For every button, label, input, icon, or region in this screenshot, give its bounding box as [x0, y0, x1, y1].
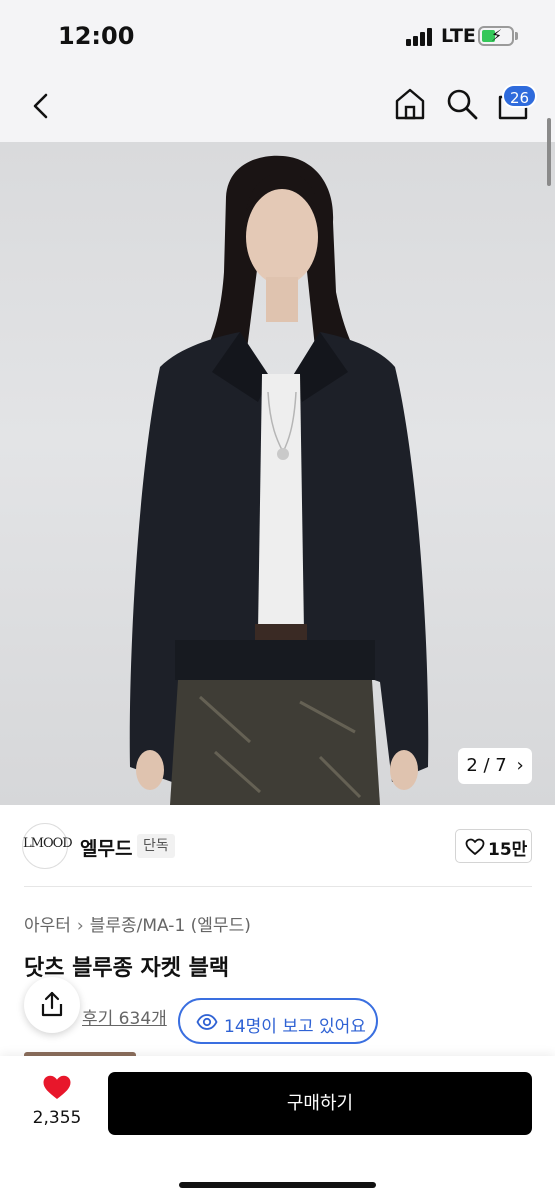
home-icon[interactable] [392, 86, 428, 122]
viewers-text: 14명이 보고 있어요 [224, 1017, 366, 1037]
image-counter[interactable]: 2 / 7 › [458, 748, 532, 784]
battery-nub [515, 32, 518, 40]
breadcrumb-category[interactable]: 아우터 [24, 916, 71, 936]
model-photo [129, 155, 429, 805]
breadcrumb: 아우터 › 블루종/MA-1 (엘무드) [24, 911, 251, 936]
buy-button[interactable]: 구매하기 [108, 1072, 532, 1135]
scroll-indicator[interactable] [547, 118, 551, 186]
brand-logo[interactable]: LMOOD [22, 823, 73, 869]
cart-count-badge: 26 [502, 84, 538, 108]
divider [24, 886, 532, 887]
search-icon[interactable] [444, 86, 480, 122]
exclusive-badge: 단독 [137, 834, 175, 858]
home-indicator[interactable] [179, 1182, 376, 1188]
review-link[interactable]: 후기 634개 [82, 1004, 167, 1029]
signal-icon [406, 28, 434, 46]
nav-bar [0, 70, 555, 142]
viewers-pill[interactable]: 14명이 보고 있어요 [178, 998, 378, 1044]
share-button[interactable] [24, 977, 80, 1033]
wish-count: 2,355 [32, 1108, 82, 1128]
brand-like-count: 15만 [488, 840, 528, 860]
brand-logo-text: LMOOD [23, 836, 73, 851]
chevron-right-icon: › [76, 916, 84, 936]
battery-charging-icon: ⚡ [478, 26, 514, 46]
brand-name[interactable]: 엘무드 [80, 834, 132, 861]
heart-outline-icon [465, 838, 485, 855]
brand-like-button[interactable]: 15만 [455, 829, 532, 863]
chevron-left-icon[interactable] [26, 88, 56, 124]
product-image[interactable] [0, 142, 555, 805]
chevron-right-icon: › [516, 755, 524, 776]
status-bar: 12:00 LTE ⚡ [0, 0, 555, 70]
share-icon [41, 991, 63, 1017]
eye-icon [196, 1014, 218, 1030]
status-time: 12:00 [58, 22, 135, 50]
breadcrumb-subcategory[interactable]: 블루종/MA-1 (엘무드) [90, 916, 251, 936]
image-counter-text: 2 / 7 [466, 755, 507, 776]
network-type: LTE [441, 25, 476, 47]
heart-filled-icon[interactable] [42, 1074, 72, 1101]
